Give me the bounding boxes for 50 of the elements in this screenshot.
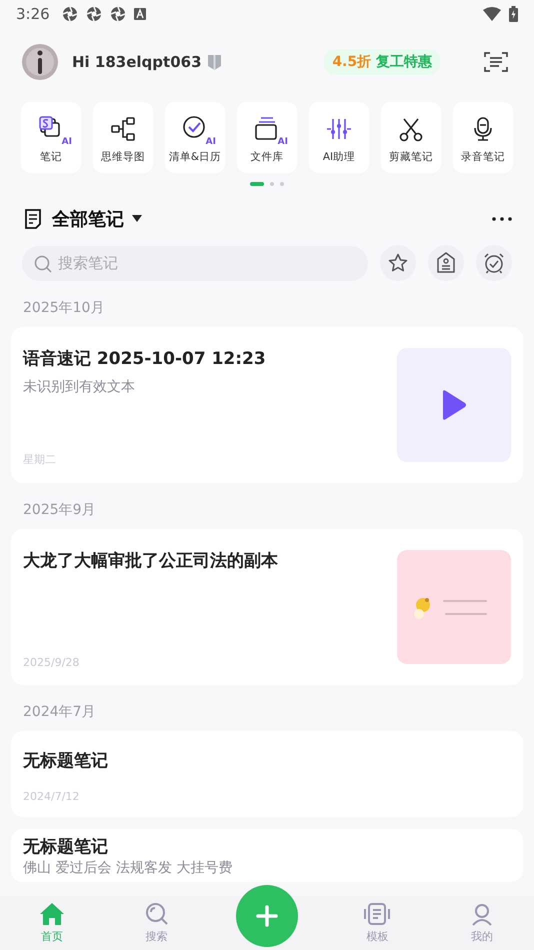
- scan-icon[interactable]: [484, 51, 508, 73]
- notification-icon: [86, 6, 102, 22]
- month-label: 2025年9月: [22, 501, 97, 520]
- tool-button[interactable]: 剪藏笔记: [381, 102, 441, 173]
- person-icon: [470, 902, 494, 926]
- tool-button[interactable]: AI 文件库: [237, 102, 297, 173]
- reminder-button[interactable]: [476, 245, 512, 281]
- tag-icon: [437, 252, 455, 274]
- tool-button[interactable]: 思维导图: [93, 102, 153, 173]
- tool-button[interactable]: AI 清单&日历: [165, 102, 225, 173]
- note-preview: 佛山 爱过后会 法规客发 大挂号费: [23, 860, 234, 878]
- ai-label: AI: [62, 138, 72, 147]
- tag-button[interactable]: [428, 245, 464, 281]
- play-icon: [441, 389, 467, 421]
- more-icon[interactable]: [492, 217, 512, 221]
- favorites-button[interactable]: [380, 245, 416, 281]
- dropdown-icon[interactable]: [132, 215, 142, 223]
- month-label: 2024年7月: [22, 703, 97, 722]
- note-title: 大龙了大幅审批了公正司法的副本: [23, 550, 279, 572]
- badge-icon: [208, 54, 220, 70]
- battery-icon: [509, 6, 518, 22]
- search-field[interactable]: 搜索笔记: [22, 246, 368, 280]
- notebook-icon: [24, 209, 42, 229]
- document-icon: [364, 902, 390, 926]
- notes-title[interactable]: 全部笔记: [52, 207, 124, 231]
- note-card[interactable]: 无标题笔记 佛山 爱过后会 法规客发 大挂号费: [11, 829, 523, 882]
- search-icon: [34, 254, 52, 272]
- status-time: 3:26: [16, 5, 50, 23]
- mindmap-icon: [109, 115, 137, 143]
- tool-button[interactable]: AI 笔记: [21, 102, 81, 173]
- plus-icon: [256, 905, 278, 927]
- keyboard-icon: [134, 8, 146, 20]
- ai-label: AI: [206, 138, 216, 147]
- username: Hi 183elqpt063: [72, 53, 202, 71]
- search-icon: [144, 902, 169, 926]
- note-title: 语音速记 2025-10-07 12:23: [23, 348, 267, 370]
- notification-icon: [62, 6, 78, 22]
- note-title: 无标题笔记: [23, 837, 109, 858]
- home-icon: [39, 902, 66, 926]
- note-preview: 未识别到有效文本: [23, 378, 136, 396]
- tool-button[interactable]: 录音笔记: [453, 102, 513, 173]
- avatar[interactable]: [22, 44, 58, 80]
- ai-label: AI: [278, 138, 288, 147]
- star-icon: [388, 253, 408, 273]
- month-label: 2025年10月: [22, 299, 106, 318]
- tool-button[interactable]: AI助理: [309, 102, 369, 173]
- note-title: 无标题笔记: [23, 750, 109, 772]
- notification-icon: [110, 6, 126, 22]
- alarm-clock-icon: [483, 252, 505, 274]
- wifi-icon: [483, 7, 501, 21]
